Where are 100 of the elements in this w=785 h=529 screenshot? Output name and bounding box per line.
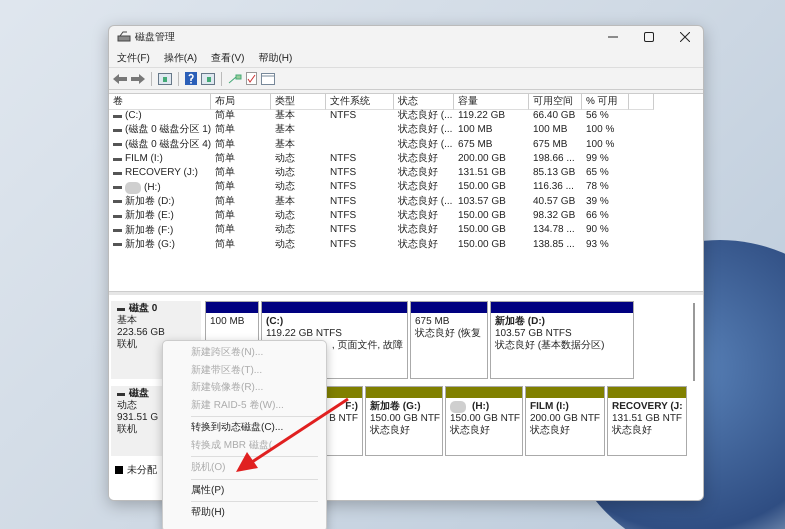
partition-info: 状态良好 bbox=[530, 425, 571, 437]
table-cell: 66 % bbox=[586, 210, 609, 222]
table-cell: 动态 bbox=[275, 238, 295, 250]
table-cell: 100 % bbox=[586, 124, 614, 136]
table-cell: 119.22 GB bbox=[458, 110, 506, 121]
table-cell: 状态良好 (... bbox=[398, 138, 452, 150]
legend-label: 未分配 bbox=[127, 464, 157, 477]
table-cell: 131.51 GB bbox=[458, 167, 506, 178]
table-cell: 状态良好 (... bbox=[398, 110, 452, 121]
partition-info: B NTF bbox=[329, 413, 358, 425]
partition-info: 状态良好 (恢复 bbox=[415, 328, 482, 340]
partition-info: 119.22 GB NTFS bbox=[266, 328, 343, 340]
table-cell: 状态良好 bbox=[398, 238, 438, 250]
disk-size: 931.51 G bbox=[117, 412, 158, 424]
partition-info: 状态良好 bbox=[450, 425, 491, 437]
partition-label: 新加卷 (D:) bbox=[495, 316, 545, 328]
table-cell: 基本 bbox=[275, 110, 295, 121]
table-cell: NTFS bbox=[330, 224, 356, 236]
disk-name: 磁盘 0 bbox=[129, 303, 158, 314]
partition-info: 675 MB bbox=[415, 316, 450, 328]
table-cell: 新加卷 (E:) bbox=[125, 209, 174, 224]
window-title: 磁盘管理 bbox=[135, 31, 175, 44]
table-cell: 动态 bbox=[275, 210, 295, 222]
table-cell: 新加卷 (F:) bbox=[125, 224, 174, 238]
table-cell: 简单 bbox=[215, 210, 235, 222]
table-cell: RECOVERY (J:) bbox=[125, 166, 198, 180]
table-cell: 状态良好 bbox=[398, 152, 438, 164]
table-cell: NTFS bbox=[330, 210, 356, 222]
table-cell: 39 % bbox=[586, 196, 609, 207]
table-cell: 简单 bbox=[215, 124, 235, 136]
table-cell: (磁盘 0 磁盘分区 4) bbox=[125, 138, 212, 152]
table-cell: NTFS bbox=[330, 196, 356, 207]
table-cell: 138.85 ... bbox=[533, 238, 575, 250]
table-cell: NTFS bbox=[330, 181, 356, 192]
table-cell: 150.00 GB bbox=[458, 181, 506, 192]
table-cell: 状态良好 bbox=[398, 210, 438, 222]
partition-info: 200.00 GB NTF bbox=[530, 413, 600, 424]
table-cell: 98.32 GB bbox=[533, 210, 576, 222]
table-cell: 动态 bbox=[275, 152, 295, 164]
disk-status: 联机 bbox=[117, 339, 137, 351]
table-cell: (H:) bbox=[144, 180, 161, 195]
table-cell: 200.00 GB bbox=[458, 152, 506, 164]
table-cell: 56 % bbox=[586, 110, 609, 121]
partition-label: RECOVERY (J: bbox=[612, 401, 683, 413]
table-cell: 基本 bbox=[275, 196, 295, 207]
partition-info: 状态良好 (基本数据分区) bbox=[495, 340, 606, 352]
table-cell: 150.00 GB bbox=[458, 210, 506, 222]
table-cell: 新加卷 (D:) bbox=[125, 194, 174, 209]
partition-info: 100 MB bbox=[210, 316, 246, 328]
table-cell: 150.00 GB bbox=[458, 224, 506, 236]
table-cell: 简单 bbox=[215, 110, 235, 121]
table-cell: 99 % bbox=[586, 152, 609, 164]
table-cell: 100 MB bbox=[533, 124, 568, 136]
partition-label: 新加卷 (G:) bbox=[370, 401, 421, 413]
table-cell: 675 MB bbox=[533, 138, 568, 150]
table-cell: 78 % bbox=[586, 181, 609, 192]
table-cell: (磁盘 0 磁盘分区 1) bbox=[125, 123, 212, 138]
table-cell: 简单 bbox=[215, 196, 235, 207]
table-cell: 状态良好 bbox=[398, 224, 438, 236]
table-cell: 198.66 ... bbox=[533, 152, 575, 164]
partition-info: 状态良好 bbox=[612, 425, 653, 437]
table-cell: 100 MB bbox=[458, 124, 492, 136]
table-cell: FILM (I:) bbox=[125, 152, 163, 166]
table-cell: 100 % bbox=[586, 138, 614, 150]
table-cell: 103.57 GB bbox=[458, 196, 506, 207]
table-cell: 新加卷 (G:) bbox=[125, 238, 175, 252]
disk-status: 联机 bbox=[117, 424, 137, 436]
table-cell: 状态良好 bbox=[398, 167, 438, 178]
table-cell: 简单 bbox=[215, 238, 235, 250]
table-cell: 134.78 ... bbox=[533, 224, 575, 236]
partition-label: (H:) bbox=[472, 401, 490, 413]
table-cell: (C:) bbox=[125, 109, 142, 124]
partition-label: (C:) bbox=[266, 316, 284, 328]
table-cell: 116.36 ... bbox=[533, 181, 574, 192]
table-cell: NTFS bbox=[330, 152, 356, 164]
partition-info: 150.00 GB NTF bbox=[450, 413, 518, 424]
table-cell: 状态良好 bbox=[398, 181, 438, 192]
partition-label: FILM (I:) bbox=[530, 401, 569, 413]
table-cell: 状态良好 (... bbox=[398, 124, 452, 136]
table-cell: 简单 bbox=[215, 224, 235, 236]
partition-info: 131.51 GB NTF bbox=[612, 413, 682, 424]
table-cell: 基本 bbox=[275, 138, 295, 150]
table-cell: 93 % bbox=[586, 238, 609, 250]
table-cell: 65 % bbox=[586, 167, 609, 178]
table-cell: 40.57 GB bbox=[533, 196, 576, 207]
partition-info: 状态良好 bbox=[370, 425, 411, 437]
table-cell: NTFS bbox=[330, 110, 356, 121]
table-cell: 85.13 GB bbox=[533, 167, 576, 178]
table-cell: 90 % bbox=[586, 224, 609, 236]
table-cell: 简单 bbox=[215, 152, 235, 164]
disk-type: 基本 bbox=[117, 315, 137, 327]
partition-label: F:) bbox=[345, 401, 358, 413]
table-cell: 简单 bbox=[215, 138, 235, 150]
partition-info: , 页面文件, 故障 bbox=[332, 340, 403, 352]
table-cell: 基本 bbox=[275, 124, 295, 136]
table-cell: 简单 bbox=[215, 167, 235, 178]
disk-name: 磁盘 bbox=[129, 388, 149, 400]
disk-type: 动态 bbox=[117, 400, 137, 412]
table-cell: 675 MB bbox=[458, 138, 492, 150]
disk-size: 223.56 GB bbox=[117, 327, 165, 338]
